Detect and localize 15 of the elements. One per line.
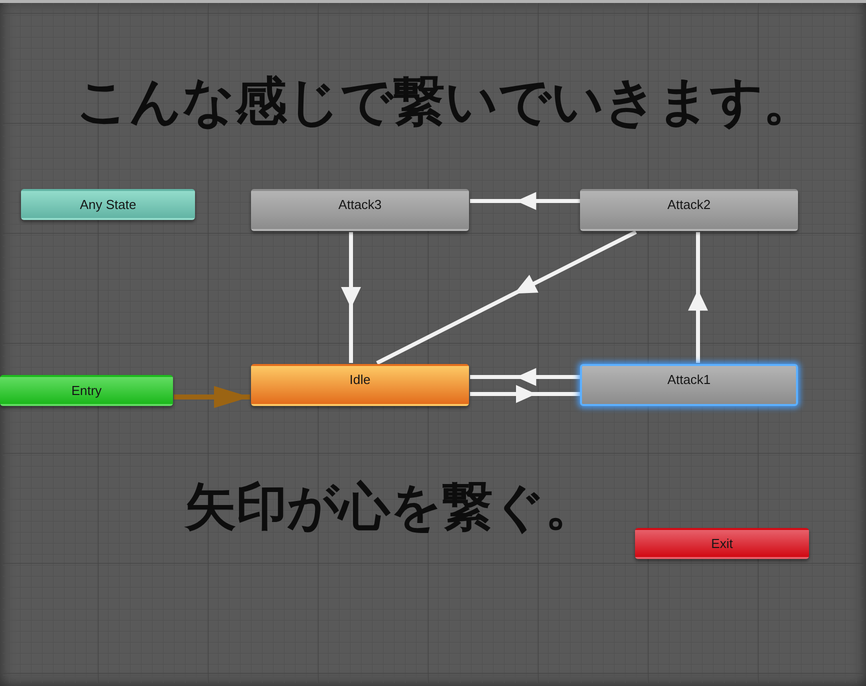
state-node[interactable]: Attack3 bbox=[251, 189, 469, 231]
caption-text: こんな感じで繋いでいきます。 bbox=[76, 76, 815, 128]
entry-node[interactable]: Entry bbox=[0, 375, 173, 406]
transition-arrow[interactable] bbox=[376, 230, 637, 365]
transition-arrow[interactable] bbox=[341, 232, 361, 363]
default-state-node[interactable]: Idle bbox=[251, 364, 469, 406]
caption-text: 矢印が心を繋ぐ。 bbox=[185, 482, 596, 533]
state-node[interactable]: Attack2 bbox=[580, 189, 798, 231]
transition-arrow[interactable] bbox=[688, 232, 708, 363]
transition-arrow[interactable] bbox=[470, 192, 580, 210]
transition-arrow[interactable] bbox=[470, 368, 580, 386]
transition-arrow[interactable] bbox=[470, 385, 580, 403]
any-state-node[interactable]: Any State bbox=[21, 189, 195, 220]
state-node[interactable]: Attack1 bbox=[580, 364, 798, 406]
exit-node[interactable]: Exit bbox=[635, 528, 809, 559]
